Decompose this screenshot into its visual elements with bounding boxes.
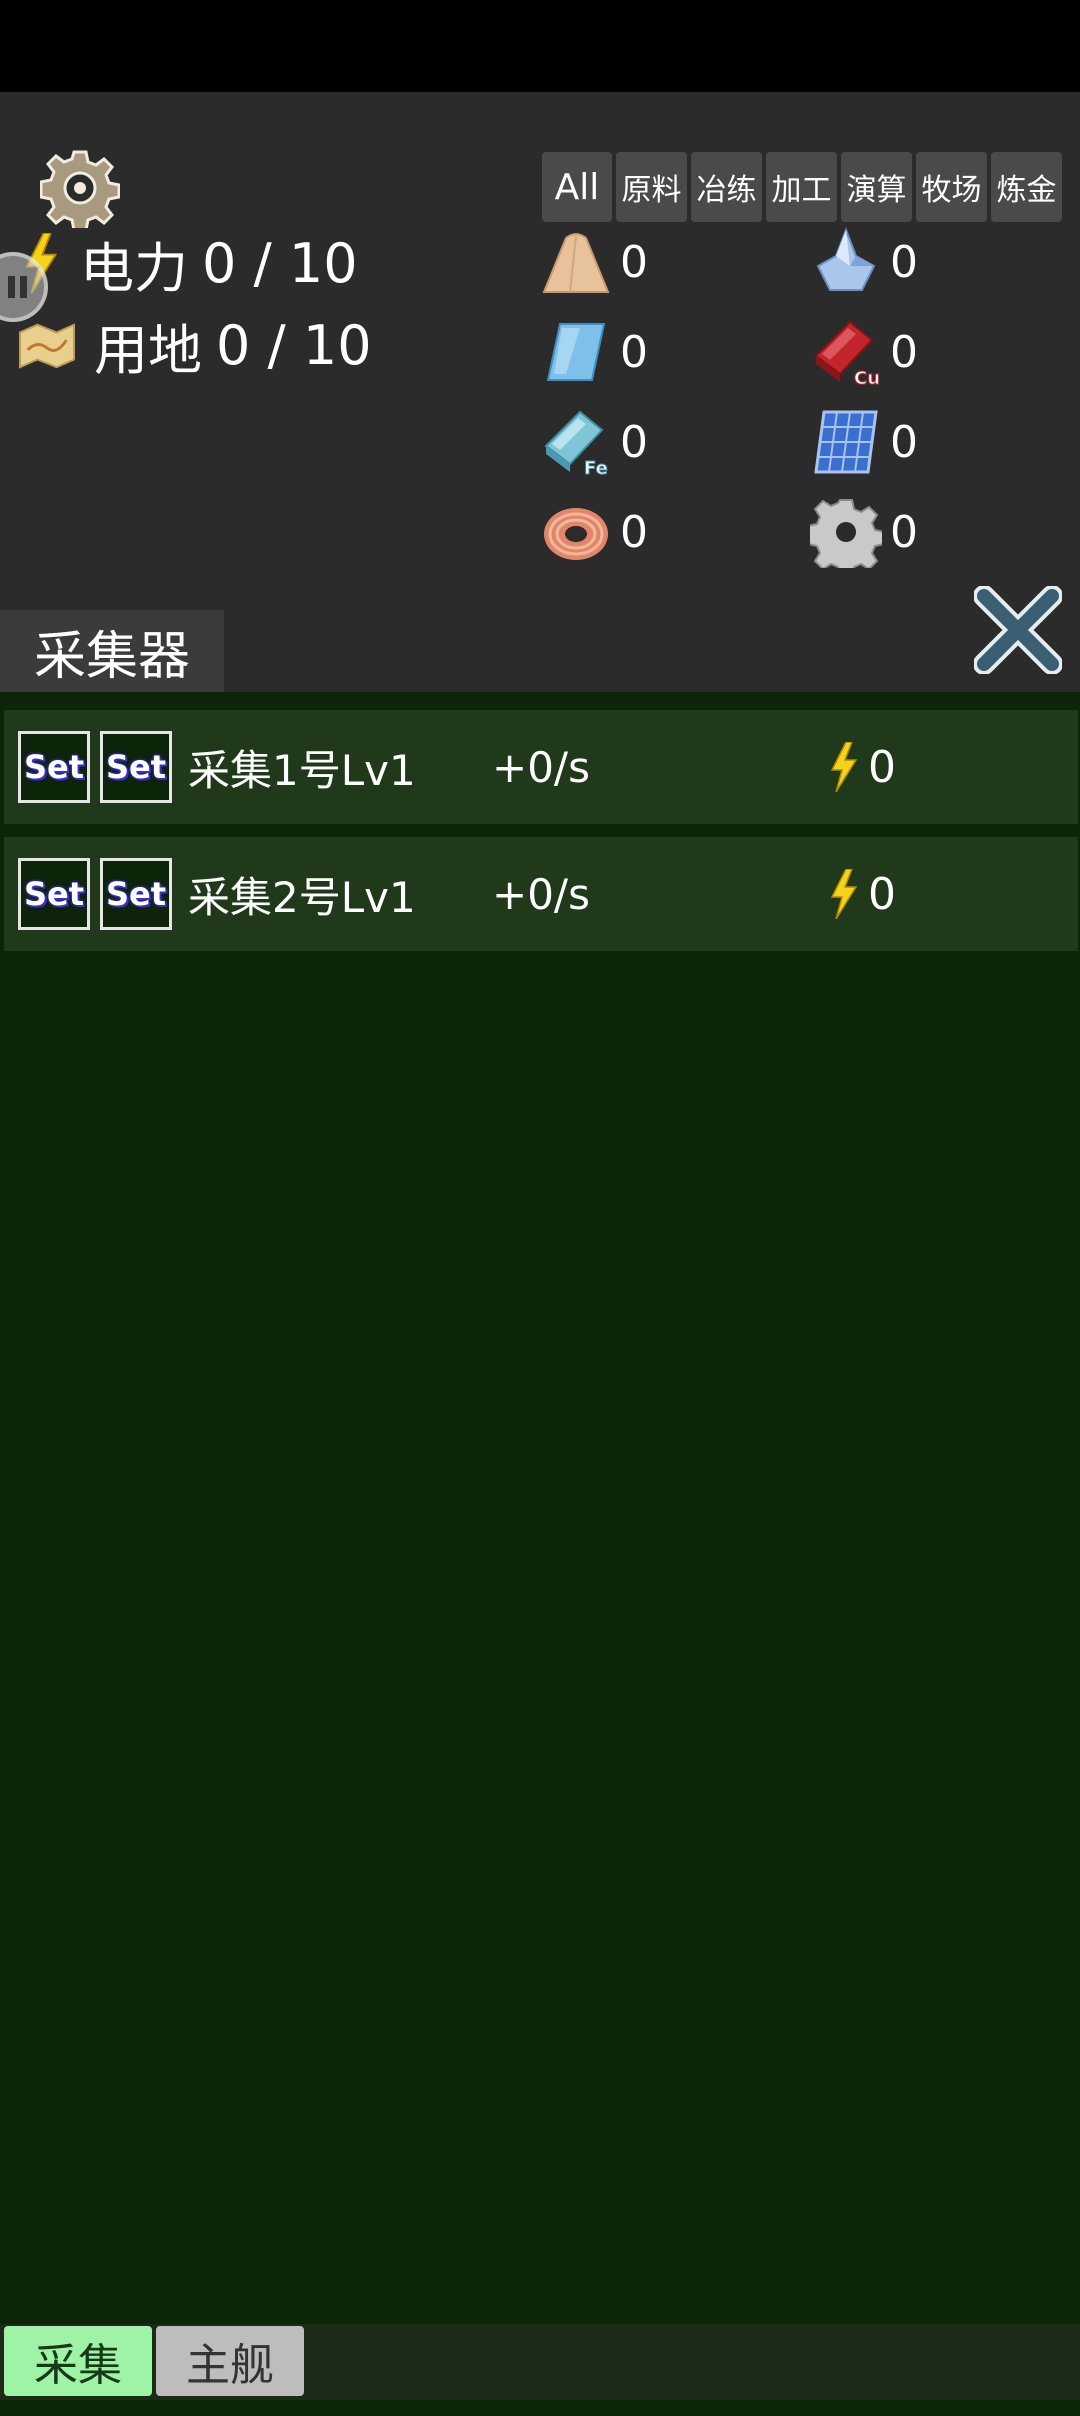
- tab-mothership[interactable]: 主舰: [156, 2326, 304, 2396]
- resource-count: 0: [620, 236, 648, 288]
- land-stat: 用地 0 / 10: [18, 310, 372, 382]
- collector-rate: +0/s: [492, 742, 590, 792]
- land-label: 用地: [94, 318, 202, 382]
- resource-glass: 0: [540, 316, 648, 388]
- settings-gear-icon[interactable]: [40, 148, 120, 228]
- iron-badge: Fe: [584, 458, 608, 478]
- section-title: 采集器: [0, 610, 224, 692]
- tab-raw-materials[interactable]: 原料: [616, 152, 687, 222]
- power-usage: 0: [868, 868, 896, 920]
- resource-count: 0: [620, 326, 648, 378]
- set-button[interactable]: Set: [100, 858, 172, 930]
- power-value: 0 / 10: [202, 231, 358, 295]
- tab-computing[interactable]: 演算: [841, 152, 912, 222]
- solar-panel-icon: [814, 410, 878, 474]
- copper-badge: Cu: [854, 368, 880, 388]
- iron-ingot-icon: Fe: [544, 410, 608, 478]
- collector-rate: +0/s: [492, 869, 590, 919]
- sand-pile-icon: [542, 233, 610, 293]
- collector-name: 采集1号Lv1: [188, 745, 416, 795]
- resource-solar: 0: [810, 406, 918, 478]
- collector-power: 0: [828, 869, 896, 920]
- map-icon: [18, 323, 76, 369]
- land-value: 0 / 10: [216, 313, 372, 377]
- gear-part-icon: [810, 499, 882, 568]
- collector-row: Set Set 采集2号Lv1 +0/s 0: [4, 837, 1078, 951]
- copper-ingot-icon: Cu: [814, 320, 881, 388]
- resource-sand: 0: [540, 226, 648, 298]
- tab-processing[interactable]: 加工: [766, 152, 837, 222]
- tab-collect[interactable]: 采集: [4, 2326, 152, 2396]
- resource-count: 0: [890, 326, 918, 378]
- collector-row: Set Set 采集1号Lv1 +0/s 0: [4, 710, 1078, 824]
- resource-coil: 0: [540, 496, 648, 568]
- resource-copper: Cu 0: [810, 316, 918, 388]
- power-label: 电力: [80, 236, 188, 300]
- tab-smelting[interactable]: 冶练: [691, 152, 762, 222]
- resource-gear: 0: [810, 496, 918, 568]
- power-stat: 电力 0 / 10: [18, 228, 358, 300]
- glass-plate-icon: [546, 323, 606, 381]
- resource-count: 0: [890, 416, 918, 468]
- resource-iron: Fe 0: [540, 406, 648, 478]
- resource-count: 0: [890, 236, 918, 288]
- resource-crystal: 0: [810, 226, 918, 298]
- set-button[interactable]: Set: [100, 731, 172, 803]
- app-screen: 电力 0 / 10 用地 0 / 10 All 原料 冶练 加工 演算 牧场 炼…: [0, 92, 1080, 2416]
- category-tabs: All 原料 冶练 加工 演算 牧场 炼金: [542, 152, 1062, 222]
- resource-count: 0: [620, 506, 648, 558]
- set-button[interactable]: Set: [18, 731, 90, 803]
- crystal-icon: [816, 227, 876, 291]
- set-button[interactable]: Set: [18, 858, 90, 930]
- power-usage: 0: [868, 741, 896, 793]
- collector-power: 0: [828, 742, 896, 793]
- close-icon[interactable]: [974, 586, 1062, 674]
- lightning-icon: [830, 869, 858, 919]
- copper-coil-icon: [544, 508, 608, 560]
- tab-all[interactable]: All: [542, 152, 612, 222]
- collector-name: 采集2号Lv1: [188, 872, 416, 922]
- resource-count: 0: [620, 416, 648, 468]
- tab-alchemy[interactable]: 炼金: [991, 152, 1062, 222]
- lightning-icon: [830, 742, 858, 792]
- resource-count: 0: [890, 506, 918, 558]
- tab-ranch[interactable]: 牧场: [916, 152, 987, 222]
